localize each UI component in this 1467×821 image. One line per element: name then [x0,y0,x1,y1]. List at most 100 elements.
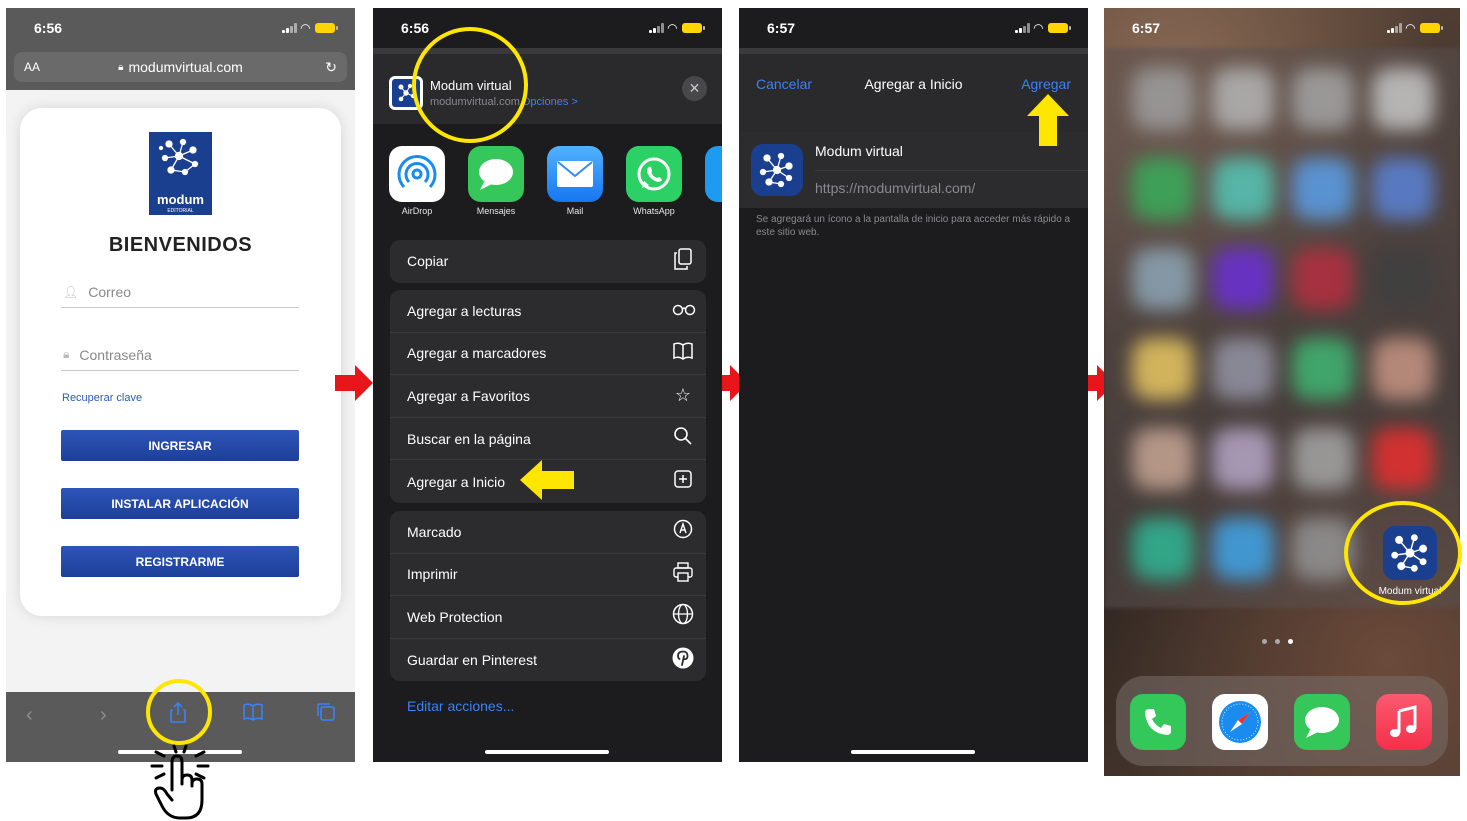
wifi-icon: ◠ [667,21,677,35]
music-icon[interactable] [1376,694,1432,750]
action-label: Guardar en Pinterest [407,652,537,669]
whatsapp-icon [626,146,682,202]
battery-icon [1420,23,1443,33]
wifi-icon: ◠ [1033,21,1043,35]
signal-icon [281,23,297,33]
glasses-icon [672,300,696,321]
phone-login-screen: 6:56 ◠ AA 🔒︎ modumvirtual.com ↻ modum ED… [6,8,355,762]
app-name: T [705,206,722,216]
highlight-ring-site [412,27,528,143]
status-bar: 6:56 ◠ [6,8,355,48]
action-label: Web Protection [407,608,503,625]
status-time: 6:56 [401,20,430,36]
bookmarks-icon[interactable] [242,702,264,728]
book-icon [672,341,694,366]
login-button[interactable]: INGRESAR [61,430,299,461]
signal-icon [1386,23,1402,33]
action-label: Agregar a Favoritos [407,387,530,404]
add-home-note: Se agregará un ícono a la pantalla de in… [756,214,1071,238]
add-button[interactable]: Agregar [1021,76,1071,92]
url-field[interactable]: AA 🔒︎ modumvirtual.com ↻ [14,52,347,82]
text-size-button[interactable]: AA [24,60,40,74]
email-field[interactable]: 👤︎ Correo [61,276,299,308]
highlight-ring-share [146,679,212,745]
logo-wordmark: modum [157,192,204,207]
app-name-input[interactable]: Modum virtual [815,143,903,159]
share-app-mail[interactable]: Mail [547,146,603,216]
home-indicator [851,750,975,754]
lock-icon: 🔒︎ [118,61,124,73]
star-icon: ☆ [674,385,692,406]
reload-icon[interactable]: ↻ [325,59,337,76]
action-label: Agregar a Inicio [407,473,506,490]
globe-icon [672,603,694,630]
action-label: Copiar [407,253,449,270]
share-app-whatsapp[interactable]: WhatsApp [626,146,682,216]
status-time: 6:56 [34,20,63,36]
search-icon [672,426,694,451]
email-placeholder: Correo [88,283,132,300]
mail-icon [547,146,603,202]
status-bar: 6:57 ◠ [739,8,1088,48]
options-link[interactable]: Opciones > [522,96,578,108]
action-reading-list[interactable]: Agregar a lecturas [390,290,706,333]
app-name: Mail [566,206,584,216]
install-app-button[interactable]: INSTALAR APLICACIÓN [61,488,299,519]
password-field[interactable]: 🔒︎ Contraseña [61,339,299,371]
battery-icon [315,23,338,33]
url-text: modumvirtual.com [128,59,243,75]
back-icon[interactable]: ‹ [26,704,33,727]
share-app-messages[interactable]: Mensajes [468,146,524,216]
action-bookmarks[interactable]: Agregar a marcadores [390,333,706,376]
action-print[interactable]: Imprimir [390,554,706,597]
highlight-ring-home-app [1344,501,1462,605]
app-name: Mensajes [476,206,516,216]
share-app-twitter[interactable]: T [705,146,722,216]
messages-icon [468,146,524,202]
action-label: Agregar a lecturas [407,302,522,319]
register-button[interactable]: REGISTRARME [61,546,299,577]
flow-arrow-1-icon [335,365,373,401]
twitter-icon [705,146,722,202]
pinterest-icon [672,647,694,674]
action-label: Buscar en la página [407,430,531,447]
action-favorites[interactable]: Agregar a Favoritos ☆ [390,375,706,418]
action-copy[interactable]: Copiar [390,240,706,283]
safari-address-bar: AA 🔒︎ modumvirtual.com ↻ [6,48,355,90]
action-group-more: Marcado Imprimir Web Protection Guardar … [390,511,706,682]
logo-subtext: EDITORIAL [167,208,194,214]
messages-icon[interactable] [1294,694,1350,750]
action-find-on-page[interactable]: Buscar en la página [390,418,706,461]
action-label: Agregar a marcadores [407,345,547,362]
lock-icon: 🔒︎ [63,347,70,361]
yellow-arrow-left-icon [520,460,574,500]
action-group-copy: Copiar [390,240,706,283]
status-icons: ◠ [648,21,705,35]
action-markup[interactable]: Marcado [390,511,706,554]
battery-icon [682,23,705,33]
close-icon[interactable]: ✕ [682,76,707,101]
yellow-arrow-up-icon [1027,94,1069,146]
signal-icon [1014,23,1030,33]
recover-password-link[interactable]: Recuperar clave [62,392,142,404]
edit-actions-link[interactable]: Editar acciones... [407,698,514,714]
wifi-icon: ◠ [1405,21,1415,35]
app-url: https://modumvirtual.com/ [815,180,976,196]
modum-logo: modum EDITORIAL [149,132,212,215]
status-bar: 6:57 ◠ [1104,8,1460,48]
page-dots[interactable] [1262,639,1293,644]
action-web-protection[interactable]: Web Protection [390,596,706,639]
action-label: Marcado [407,523,462,540]
login-card: modum EDITORIAL BIENVENIDOS 👤︎ Correo 🔒︎… [20,108,341,616]
phone-home-screen: 6:57 ◠ Modum virtual [1104,8,1460,776]
share-apps-row: AirDrop Mensajes Mail WhatsApp [389,146,722,218]
status-icons: ◠ [281,21,338,35]
tabs-icon[interactable] [316,702,336,728]
phone-icon[interactable] [1130,694,1186,750]
action-pinterest[interactable]: Guardar en Pinterest [390,639,706,682]
tap-hand-icon [150,744,210,820]
password-placeholder: Contraseña [79,346,152,363]
forward-icon[interactable]: › [100,704,107,727]
share-app-airdrop[interactable]: AirDrop [389,146,445,216]
safari-icon[interactable] [1212,694,1268,750]
